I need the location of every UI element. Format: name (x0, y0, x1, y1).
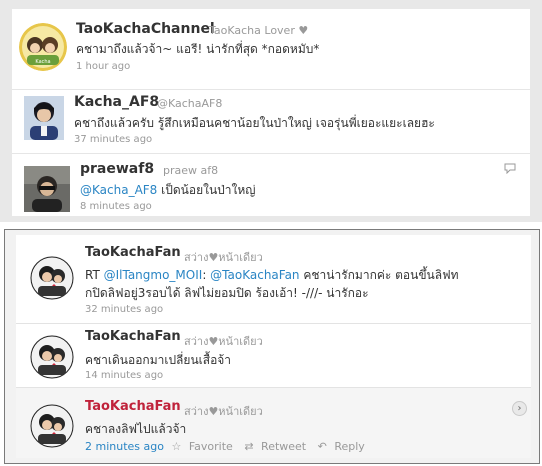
reply-action[interactable]: ↶ Reply (318, 440, 369, 453)
tweet-item[interactable]: Kacha TaoKachaChannel TaoKacha Lover ♥ ค… (12, 9, 530, 89)
display-name[interactable]: TaoKachaFan (85, 245, 181, 260)
screen-name[interactable]: สว่าง♥หน้าเดียว (184, 332, 263, 350)
timestamp[interactable]: 2 minutes ago (85, 440, 164, 453)
screen-name[interactable]: praew af8 (163, 164, 218, 177)
tweet-text: @Kacha_AF8 เป็ดน้อยในป่าใหญ่ (80, 181, 256, 200)
favorite-label: Favorite (188, 440, 233, 453)
tweet-item[interactable]: TaoKachaFan สว่าง♥หน้าเดียว › คชาลงลิฟไป… (16, 387, 531, 458)
timestamp[interactable]: 37 minutes ago (74, 134, 152, 145)
timestamp[interactable]: 32 minutes ago (85, 304, 163, 315)
tweet-text-continued: กปิดลิฟอยู่3รอบได้ ลิฟไม่ยอมปิด ร้องเอ้า… (85, 286, 369, 300)
display-name[interactable]: TaoKachaFan (85, 399, 181, 414)
timestamp[interactable]: 1 hour ago (76, 61, 130, 72)
tweet-text: คชามาถึงแล้วจ้า~ แอรี! น่ารักที่สุด *กอด… (76, 42, 320, 56)
reply-icon[interactable] (504, 163, 516, 174)
reply-label: Reply (334, 440, 365, 453)
svg-text:Kacha: Kacha (35, 59, 50, 65)
display-name[interactable]: TaoKachaChannel (76, 21, 215, 37)
avatar[interactable] (30, 335, 74, 379)
tweet-item[interactable]: praewaf8 praew af8 @Kacha_AF8 เป็ดน้อยใน… (12, 153, 530, 216)
tweet-item[interactable]: Kacha_AF8 @KachaAF8 คชาถึงแล้วครับ รู้สึ… (12, 89, 530, 153)
tweet-text: คชาเดินออกมาเปลี่ยนเสื้อจ้า (85, 353, 232, 367)
separator: : (202, 268, 211, 282)
screen-name[interactable]: @KachaAF8 (157, 97, 222, 110)
tweet-text: RT @IlTangmo_MOII: @TaoKachaFan คชาน่ารั… (85, 266, 459, 285)
retweet-label: Retweet (261, 440, 307, 453)
tweet-text-body: เป็ดน้อยในป่าใหญ่ (157, 183, 256, 197)
mention-link[interactable]: @TaoKachaFan (210, 268, 299, 282)
mention-link[interactable]: @IlTangmo_MOII (104, 268, 203, 282)
tweet-text: คชาถึงแล้วครับ รู้สึกเหมือนคชาน้อยในป่าใ… (74, 116, 435, 130)
avatar[interactable] (30, 256, 74, 300)
top-tweet-list: Kacha TaoKachaChannel TaoKacha Lover ♥ ค… (12, 9, 530, 216)
avatar[interactable]: Kacha (19, 23, 67, 71)
avatar[interactable] (30, 404, 74, 448)
bottom-screenshot-panel: TaoKachaFan สว่าง♥หน้าเดียว RT @IlTangmo… (4, 229, 540, 464)
display-name[interactable]: TaoKachaFan (85, 329, 181, 344)
retweet-prefix: RT (85, 268, 104, 282)
top-screenshot-panel: Kacha TaoKachaChannel TaoKacha Lover ♥ ค… (0, 0, 542, 222)
tweet-item[interactable]: TaoKachaFan สว่าง♥หน้าเดียว คชาเดินออกมา… (16, 323, 531, 387)
mention-link[interactable]: @Kacha_AF8 (80, 183, 157, 197)
tweet-item[interactable]: TaoKachaFan สว่าง♥หน้าเดียว RT @IlTangmo… (16, 235, 531, 323)
heart-icon: ♥ (298, 24, 309, 37)
avatar[interactable] (24, 96, 64, 140)
display-name[interactable]: praewaf8 (80, 161, 154, 177)
screen-name[interactable]: สว่าง♥หน้าเดียว (184, 248, 263, 266)
bottom-tweet-list: TaoKachaFan สว่าง♥หน้าเดียว RT @IlTangmo… (16, 235, 531, 458)
tweet-text-body: คชาน่ารักมากค่ะ ตอนขึ้นลิฟท (299, 268, 459, 282)
star-icon: ☆ (171, 440, 182, 453)
screen-name[interactable]: TaoKacha Lover ♥ (209, 24, 308, 37)
timestamp[interactable]: 8 minutes ago (80, 201, 152, 212)
timestamp[interactable]: 14 minutes ago (85, 370, 163, 381)
retweet-icon: ⇄ (244, 440, 254, 453)
reply-arrow-icon: ↶ (317, 440, 327, 453)
favorite-action[interactable]: ☆ Favorite (171, 440, 236, 453)
chevron-right-icon[interactable]: › (512, 401, 527, 416)
tweet-actions: 2 minutes ago ☆ Favorite ⇄ Retweet ↶ Rep… (85, 440, 373, 453)
retweet-action[interactable]: ⇄ Retweet (244, 440, 310, 453)
avatar[interactable] (24, 166, 70, 212)
display-name[interactable]: Kacha_AF8 (74, 94, 159, 110)
tweet-text: คชาลงลิฟไปแล้วจ้า (85, 422, 187, 436)
screen-name-text: TaoKacha Lover (209, 24, 295, 37)
screen-name[interactable]: สว่าง♥หน้าเดียว (184, 402, 263, 420)
